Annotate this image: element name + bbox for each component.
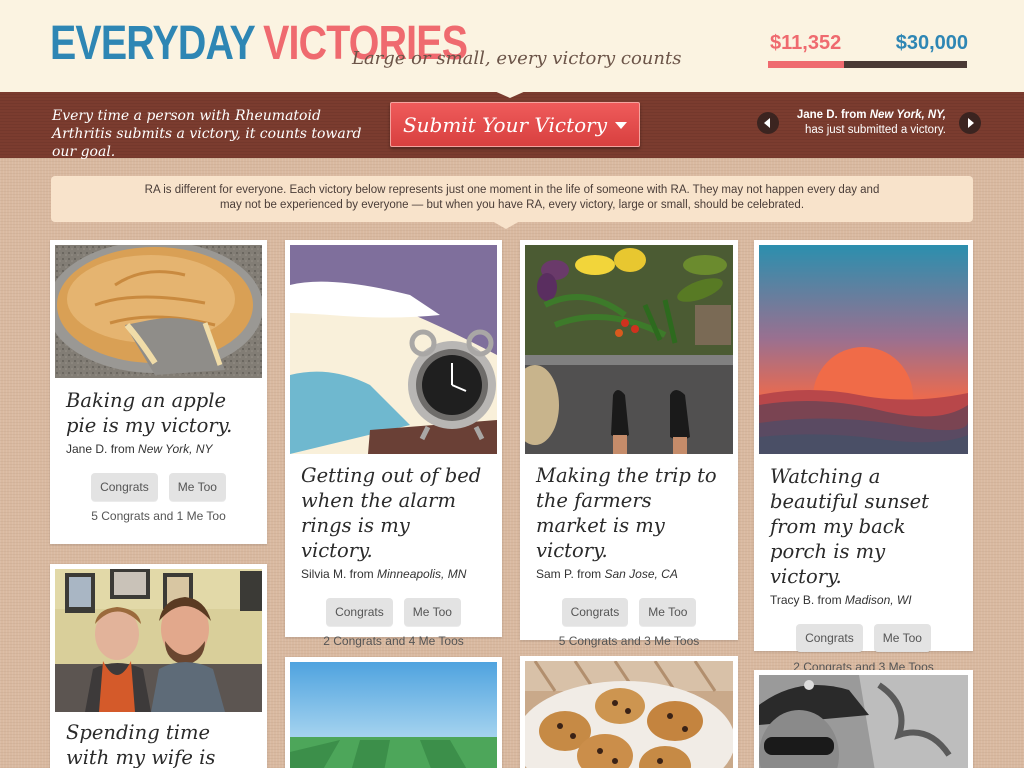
author-place: San Jose, CA (604, 567, 678, 581)
victory-actions: Congrats Me Too (290, 598, 497, 626)
me-too-button[interactable]: Me Too (403, 598, 461, 626)
author-place: New York, NY (138, 442, 213, 456)
victory-actions: Congrats Me Too (759, 624, 968, 652)
victory-counts: 2 Congrats and 4 Me Toos (323, 634, 464, 648)
congrats-button[interactable]: Congrats (326, 598, 393, 626)
victory-counts: 5 Congrats and 1 Me Too (91, 509, 226, 523)
goal-progress-bar (768, 61, 967, 68)
congrats-button[interactable]: Congrats (796, 624, 863, 652)
amount-goal: $30,000 (895, 32, 968, 54)
header-notch (492, 90, 528, 98)
me-too-button[interactable]: Me Too (639, 598, 697, 626)
victory-title: Getting out of bed when the alarm rings … (301, 464, 482, 562)
congrats-button[interactable]: Congrats (91, 473, 158, 501)
victory-card (754, 670, 973, 768)
banner-text: Every time a person with Rheumatoid Arth… (52, 108, 362, 160)
tagline: Large or small, every victory counts (352, 48, 682, 69)
site-header: EVERYDAY VICTORIES Large or small, every … (0, 0, 1024, 92)
farmers-market-photo[interactable] (525, 245, 733, 454)
victory-card: Baking an apple pie is my victory. Jane … (50, 240, 267, 544)
me-too-button[interactable]: Me Too (873, 624, 931, 652)
victory-counts: 5 Congrats and 3 Me Toos (558, 634, 700, 648)
victory-card: Getting out of bed when the alarm rings … (285, 240, 502, 648)
victory-author: Tracy B. from Madison, WI (759, 593, 968, 607)
arrow-left-icon (764, 118, 770, 128)
victory-card: Watching a beautiful sunset from my back… (754, 240, 973, 674)
submit-victory-label: Submit Your Victory (402, 112, 608, 137)
author-name: Silvia M. from (301, 567, 378, 581)
apple-pie-photo[interactable] (55, 245, 262, 378)
victory-title: Baking an apple pie is my victory. (66, 389, 233, 437)
sunset-illustration[interactable] (759, 245, 968, 454)
arrow-right-icon (968, 118, 974, 128)
victory-author: Jane D. from New York, NY (55, 442, 262, 456)
couple-photo[interactable] (55, 569, 262, 712)
victory-title: Spending time with my wife is my (66, 721, 216, 768)
victory-author: Sam P. from San Jose, CA (525, 567, 733, 581)
victory-title: Making the trip to the farmers market is… (536, 464, 717, 562)
info-note: RA is different for everyone. Each victo… (51, 176, 973, 222)
author-name: Sam P. from (536, 567, 605, 581)
caret-down-icon (615, 122, 628, 129)
note-notch (492, 221, 520, 229)
victory-card: Making the trip to the farmers market is… (520, 240, 738, 648)
victory-actions: Congrats Me Too (525, 598, 733, 626)
me-too-button[interactable]: Me Too (168, 473, 226, 501)
ticker-place: New York, NY, (869, 109, 946, 121)
victory-card: Spending time with my wife is my (50, 564, 267, 768)
author-place: Madison, WI (844, 593, 912, 607)
victory-title: Watching a beautiful sunset from my back… (770, 465, 929, 588)
black-white-photo[interactable] (759, 675, 968, 768)
ticker-name: Jane D. from (796, 109, 867, 121)
author-place: Minneapolis, MN (377, 567, 467, 581)
victory-card (520, 656, 738, 768)
goal-banner: Every time a person with Rheumatoid Arth… (0, 92, 1024, 160)
amount-raised: $11,352 (770, 32, 842, 54)
green-field-illustration[interactable] (290, 662, 497, 768)
recent-submission-ticker: Jane D. from New York, NY, has just subm… (784, 108, 946, 138)
victory-author: Silvia M. from Minneapolis, MN (290, 567, 497, 581)
author-name: Tracy B. from (770, 593, 845, 607)
congrats-button[interactable]: Congrats (561, 598, 629, 626)
cookies-photo[interactable] (525, 661, 733, 768)
victory-actions: Congrats Me Too (55, 473, 262, 501)
goal-progress-fill (768, 61, 844, 68)
logo-word-everyday: EVERYDAY (50, 17, 256, 70)
ticker-prev-button[interactable] (757, 112, 779, 134)
ticker-next-button[interactable] (959, 112, 981, 134)
submit-victory-button[interactable]: Submit Your Victory (390, 102, 640, 147)
ticker-action: has just submitted a victory. (804, 124, 946, 136)
victory-card (285, 657, 502, 768)
author-name: Jane D. from (66, 442, 139, 456)
alarm-clock-illustration[interactable] (290, 245, 497, 454)
